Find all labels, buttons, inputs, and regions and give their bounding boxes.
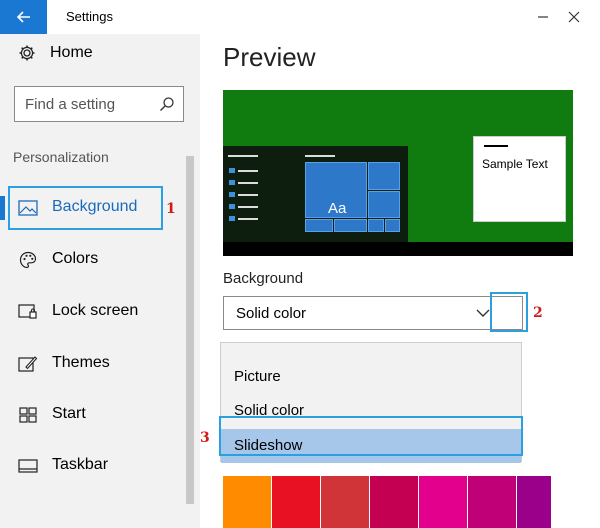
- preview-sample-text: Sample Text: [482, 157, 548, 171]
- home-label: Home: [50, 44, 93, 61]
- highlight-box-background: [8, 186, 163, 230]
- dropdown-option-picture[interactable]: Picture: [221, 360, 521, 394]
- preview-menu-line: [238, 206, 258, 208]
- preview-window: Sample Text: [473, 136, 566, 222]
- color-swatch[interactable]: [419, 476, 467, 528]
- color-swatch[interactable]: [223, 476, 271, 528]
- preview-menu-line: [238, 170, 258, 172]
- sidebar-item-start[interactable]: Start: [0, 395, 186, 435]
- taskbar-icon: [18, 457, 38, 475]
- sidebar-item-label: Start: [52, 405, 86, 422]
- window-title: Settings: [66, 9, 113, 24]
- sidebar-item-colors[interactable]: Colors: [0, 240, 186, 280]
- preview-menu-dot: [229, 192, 235, 197]
- preview-menu-line: [238, 218, 258, 220]
- close-button[interactable]: [561, 4, 587, 30]
- preview-menu-dot: [229, 216, 235, 221]
- preview-start-menu: Aa: [223, 146, 408, 242]
- step-number-1: 1: [166, 201, 176, 217]
- section-header: Personalization: [13, 149, 109, 165]
- gear-icon: [19, 45, 35, 61]
- close-icon: [568, 11, 580, 23]
- selection-indicator: [0, 196, 5, 220]
- desktop-preview: Aa Sample Text: [223, 90, 573, 256]
- sidebar-item-label: Colors: [52, 250, 99, 267]
- preview-tile: [334, 219, 367, 232]
- preview-window-titlebar: [484, 145, 508, 147]
- title-bar: Settings: [0, 0, 600, 34]
- color-swatch[interactable]: [272, 476, 320, 528]
- sidebar-scrollbar[interactable]: [186, 156, 194, 504]
- step-number-2: 2: [533, 305, 543, 321]
- chevron-down-icon: [476, 309, 490, 317]
- sidebar-item-themes[interactable]: Themes: [0, 344, 186, 384]
- main-pane: Preview Aa Sample Text Background Solid …: [200, 34, 600, 528]
- search-placeholder: Find a setting: [25, 95, 116, 113]
- preview-menu-line: [238, 182, 258, 184]
- color-swatch[interactable]: [370, 476, 418, 528]
- minimize-icon: [538, 16, 548, 18]
- preview-tile: [368, 162, 400, 190]
- sidebar-item-taskbar[interactable]: Taskbar: [0, 446, 186, 486]
- preview-tile: [305, 219, 333, 232]
- preview-tile: [368, 219, 384, 232]
- back-button[interactable]: [0, 0, 47, 34]
- sidebar-item-label: Lock screen: [52, 302, 139, 319]
- sidebar-item-lock-screen[interactable]: Lock screen: [0, 292, 186, 332]
- start-icon: [18, 406, 38, 424]
- home-link[interactable]: Home: [18, 42, 93, 64]
- themes-icon: [18, 355, 38, 373]
- preview-menu-dot: [229, 168, 235, 173]
- preview-menu-line: [238, 194, 258, 196]
- highlight-box-slideshow: [219, 416, 523, 456]
- sidebar: Home Find a setting Personalization Back…: [0, 34, 200, 528]
- option-label: Picture: [234, 368, 281, 385]
- minimize-button[interactable]: [530, 4, 556, 30]
- preview-tile-text: Aa: [328, 200, 347, 217]
- preview-menu-dot: [229, 180, 235, 185]
- search-input[interactable]: Find a setting: [14, 86, 184, 122]
- color-swatch[interactable]: [321, 476, 369, 528]
- color-swatch[interactable]: [517, 476, 551, 528]
- color-swatches: [223, 476, 563, 528]
- preview-taskbar: [223, 242, 573, 256]
- preview-menu-dot: [229, 204, 235, 209]
- step-number-3: 3: [200, 430, 210, 446]
- background-label: Background: [223, 270, 304, 287]
- dropdown-value: Solid color: [236, 305, 307, 322]
- preview-tile: [368, 191, 400, 218]
- arrow-left-icon: [16, 11, 30, 23]
- highlight-box-dropdown: [490, 292, 528, 332]
- palette-icon: [18, 251, 38, 269]
- preview-tile: [385, 219, 400, 232]
- search-icon: [159, 96, 175, 112]
- preview-menu-line: [228, 155, 258, 157]
- page-title: Preview: [223, 42, 316, 72]
- color-swatch[interactable]: [468, 476, 516, 528]
- sidebar-item-label: Themes: [52, 354, 110, 371]
- lock-screen-icon: [18, 303, 38, 321]
- preview-menu-line: [305, 155, 335, 157]
- sidebar-item-label: Taskbar: [52, 456, 109, 473]
